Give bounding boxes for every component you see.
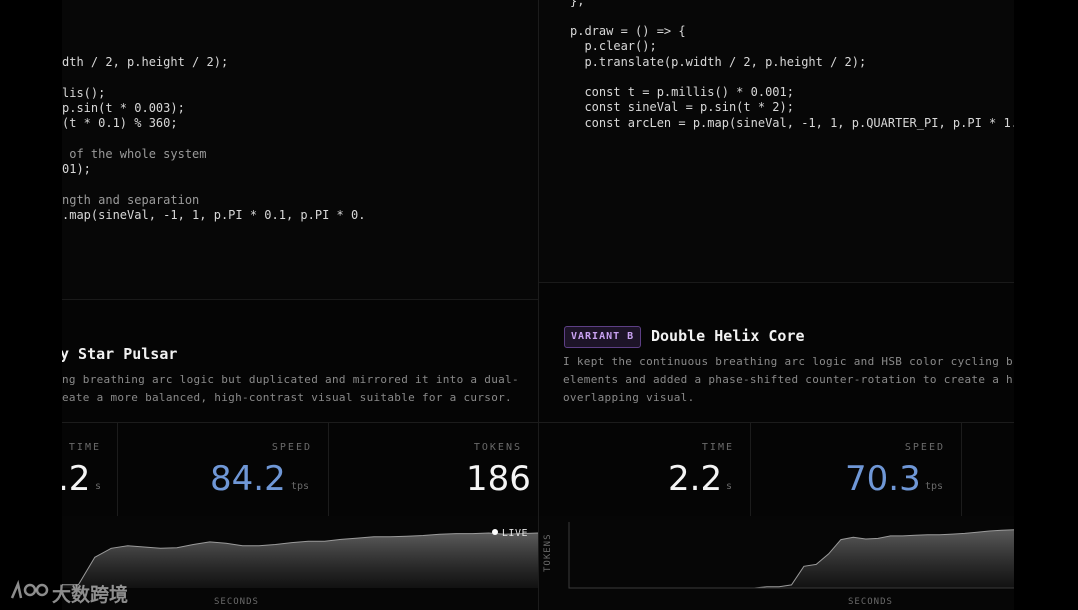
watermark-text: 大数跨境 (52, 584, 129, 606)
code-editor-b[interactable]: }; p.draw = () => { p.clear(); p.transla… (539, 0, 1014, 283)
code-line: }; (570, 0, 585, 8)
code-line: p.clear(); (570, 39, 657, 53)
variant-title: y Star Pulsar (62, 345, 178, 363)
code-line: p.sin(t * 0.003); (62, 101, 185, 115)
metric-tokens: TOKENS 186 (329, 423, 538, 516)
x-axis-label: SECONDS (848, 597, 893, 607)
code-line: 01); (62, 162, 91, 176)
metric-unit: s (726, 481, 733, 492)
metric-time: TIME 2.2 s (539, 423, 751, 516)
code-line: (t * 0.1) % 360; (62, 116, 178, 130)
metric-value: 2.2 (668, 459, 723, 499)
code-line: .map(sineVal, -1, 1, p.PI * 0.1, p.PI * … (62, 208, 366, 222)
metric-speed: SPEED 70.3 tps (751, 423, 962, 516)
variant-a-description: y Star Pulsar ng breathing arc logic but… (62, 300, 538, 421)
description-line: elements and added a phase-shifted count… (563, 373, 1014, 386)
variant-title: Double Helix Core (651, 327, 805, 345)
metric-value: 186 (466, 459, 531, 499)
metrics-row-a: TIME .2 s SPEED 84.2 tps TOKENS 186 (62, 422, 538, 517)
code-comment: of the whole system (62, 147, 207, 161)
metric-label: TIME (701, 442, 734, 453)
description-line: eate a more balanced, high-contrast visu… (62, 391, 512, 404)
metric-unit: tps (291, 481, 310, 492)
watermark-logo-icon (10, 579, 49, 599)
code-editor-a[interactable]: dth / 2, p.height / 2); lis(); p.sin(t *… (62, 0, 538, 300)
metric-unit: s (95, 481, 102, 492)
metric-label: TIME (68, 442, 101, 453)
code-line: lis(); (62, 86, 106, 100)
code-comment: ngth and separation (62, 193, 200, 207)
metric-unit: tps (925, 481, 944, 492)
metric-time: TIME .2 s (62, 423, 118, 516)
metric-speed: SPEED 84.2 tps (118, 423, 329, 516)
metric-label: SPEED (271, 442, 312, 453)
description-line: ng breathing arc logic but duplicated an… (62, 373, 519, 386)
metric-value: .2 (62, 459, 91, 499)
variant-a-panel: dth / 2, p.height / 2); lis(); p.sin(t *… (62, 0, 539, 610)
metric-value: 84.2 (210, 459, 286, 499)
live-label: LIVE (501, 528, 528, 539)
graph-area (569, 529, 1014, 588)
description-line: I kept the continuous breathing arc logi… (563, 355, 1014, 368)
x-axis-label: SECONDS (214, 597, 259, 607)
live-dot-icon (491, 529, 498, 535)
variant-b-panel: }; p.draw = () => { p.clear(); p.transla… (539, 0, 1014, 610)
variant-b-description: VARIANT B Double Helix Core I kept the c… (539, 283, 1014, 421)
watermark: 大数跨境 (8, 576, 148, 606)
metric-label: TOKENS (473, 442, 522, 453)
variant-badge: VARIANT B (564, 326, 642, 348)
code-line: p.translate(p.width / 2, p.height / 2); (570, 55, 867, 69)
live-indicator: LIVE (491, 528, 528, 539)
comparison-stage: dth / 2, p.height / 2); lis(); p.sin(t *… (62, 0, 1014, 610)
metrics-row-b: TIME 2.2 s SPEED 70.3 tps (539, 422, 1014, 517)
metric-value: 70.3 (845, 459, 921, 499)
graph-b-svg (568, 522, 1014, 589)
code-line: p.draw = () => { (570, 24, 686, 38)
code-line: dth / 2, p.height / 2); (62, 55, 229, 69)
code-line: const t = p.millis() * 0.001; (570, 85, 794, 99)
throughput-graph-b: TOKENS SECONDS (539, 516, 1014, 610)
code-line: const arcLen = p.map(sineVal, -1, 1, p.Q… (570, 116, 1014, 130)
description-line: overlapping visual. (563, 391, 695, 404)
metric-label: SPEED (904, 442, 945, 453)
y-axis-label: TOKENS (543, 533, 553, 572)
code-line: const sineVal = p.sin(t * 2); (570, 100, 794, 114)
